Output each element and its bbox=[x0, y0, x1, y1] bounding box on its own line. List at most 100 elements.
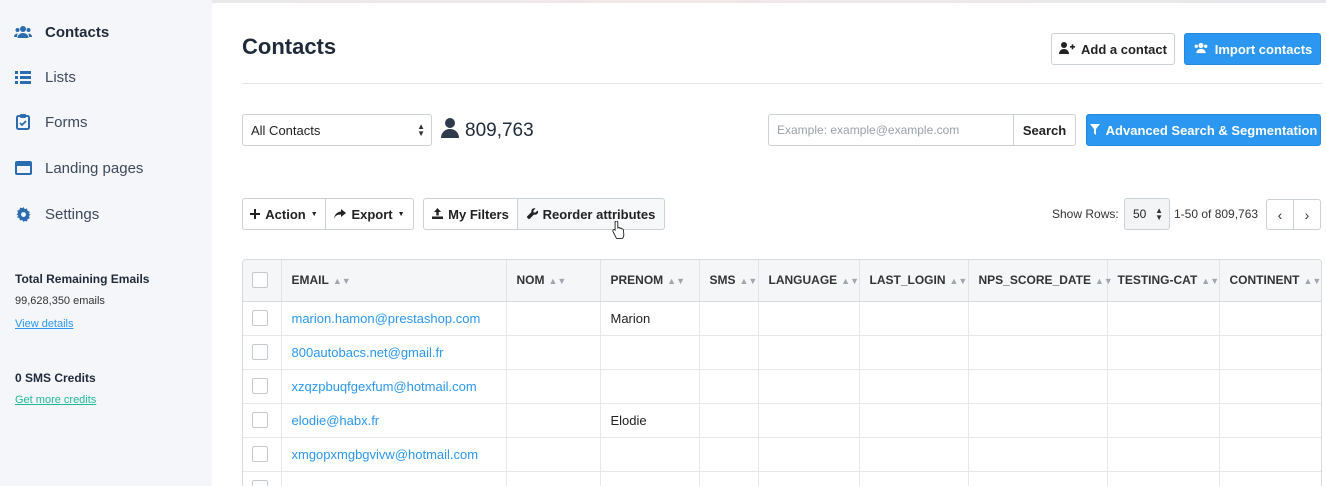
chevron-down-icon: ▼ bbox=[397, 210, 405, 218]
rows-per-page-select[interactable]: 50 ▲ ▼ bbox=[1124, 198, 1170, 230]
column-header-prenom[interactable]: PRENOM ▲▼ bbox=[600, 260, 700, 302]
email-cell: marion.hamon@prestashop.com bbox=[281, 301, 507, 336]
sort-icon: ▲▼ bbox=[667, 276, 685, 287]
column-header-label: EMAIL bbox=[291, 273, 329, 288]
rows-per-page-value: 50 bbox=[1133, 207, 1147, 221]
column-header-label: LANGUAGE bbox=[768, 273, 838, 288]
row-checkbox[interactable] bbox=[252, 310, 268, 326]
import-contacts-button[interactable]: Import contacts bbox=[1184, 33, 1321, 65]
select-all-cell bbox=[243, 260, 282, 302]
sidebar-item-label: Settings bbox=[45, 205, 100, 223]
my-filters-label: My Filters bbox=[448, 206, 509, 222]
nom-cell bbox=[506, 335, 601, 370]
search-button-label: Search bbox=[1022, 122, 1067, 138]
prenom-cell bbox=[600, 369, 700, 404]
get-more-credits-link[interactable]: Get more credits bbox=[15, 394, 96, 406]
sidebar-item-label: Lists bbox=[45, 68, 76, 86]
testing-cat-cell bbox=[1107, 335, 1220, 370]
sidebar-item-lists[interactable]: Lists bbox=[0, 62, 212, 92]
sms-cell bbox=[699, 437, 759, 472]
column-header-language[interactable]: LANGUAGE ▲▼ bbox=[758, 260, 860, 302]
select-all-checkbox[interactable] bbox=[252, 272, 268, 289]
language-cell bbox=[758, 369, 860, 404]
search-input[interactable] bbox=[768, 114, 1014, 146]
reorder-attributes-button[interactable]: Reorder attributes bbox=[517, 198, 665, 230]
email-cell: xzqzpbuqfgexfum@hotmail.com bbox=[281, 369, 507, 404]
page-title: Contacts bbox=[242, 34, 337, 59]
testing-cat-cell bbox=[1107, 471, 1220, 486]
column-header-nom[interactable]: NOM ▲▼ bbox=[506, 260, 601, 302]
sidebar-item-contacts[interactable]: Contacts bbox=[0, 17, 212, 47]
email-link[interactable]: elodie@habx.fr bbox=[292, 413, 380, 428]
table-row[interactable]: xmgopxmgbgvivw@hotmail.com bbox=[243, 437, 1321, 472]
continent-cell bbox=[1219, 437, 1321, 472]
users-icon bbox=[14, 23, 32, 41]
prev-page-button[interactable]: ‹ bbox=[1266, 199, 1294, 230]
last-login-cell bbox=[859, 335, 969, 370]
sidebar-item-label: Forms bbox=[45, 113, 88, 131]
testing-cat-cell bbox=[1107, 301, 1220, 336]
row-select-cell bbox=[243, 437, 282, 472]
sidebar-item-settings[interactable]: Settings bbox=[0, 199, 212, 229]
user-icon bbox=[441, 118, 459, 144]
table-row[interactable] bbox=[243, 471, 1321, 486]
row-checkbox[interactable] bbox=[252, 412, 268, 428]
select-caret-icon: ▲ ▼ bbox=[417, 122, 425, 138]
sms-cell bbox=[699, 471, 759, 486]
list-select[interactable]: All Contacts ▲ ▼ bbox=[242, 114, 432, 146]
last-login-cell bbox=[859, 471, 969, 486]
search-button[interactable]: Search bbox=[1013, 114, 1076, 146]
row-checkbox[interactable] bbox=[252, 378, 268, 394]
sidebar-item-forms[interactable]: Forms bbox=[0, 107, 212, 137]
sidebar: Contacts Lists Forms Landing pages Setti… bbox=[0, 0, 212, 486]
row-select-cell bbox=[243, 471, 282, 486]
table-row[interactable]: elodie@habx.fr Elodie bbox=[243, 403, 1321, 438]
row-checkbox[interactable] bbox=[252, 480, 268, 486]
row-checkbox[interactable] bbox=[252, 446, 268, 462]
column-header-email[interactable]: EMAIL ▲▼ bbox=[281, 260, 507, 302]
sms-cell bbox=[699, 301, 759, 336]
list-icon bbox=[14, 68, 32, 86]
sort-icon: ▲▼ bbox=[332, 276, 351, 287]
next-page-button[interactable]: › bbox=[1293, 199, 1321, 230]
testing-cat-cell bbox=[1107, 403, 1220, 438]
sort-icon: ▲▼ bbox=[1094, 276, 1113, 287]
column-header-continent[interactable]: CONTINENT ▲▼ bbox=[1219, 260, 1321, 302]
testing-cat-cell bbox=[1107, 369, 1220, 404]
continent-cell bbox=[1219, 403, 1321, 438]
advanced-search-button[interactable]: Advanced Search & Segmentation bbox=[1086, 114, 1321, 146]
column-header-last-login[interactable]: LAST_LOGIN ▲▼ bbox=[859, 260, 969, 302]
email-link[interactable]: marion.hamon@prestashop.com bbox=[292, 311, 481, 326]
sms-credits-title: 0 SMS Credits bbox=[15, 371, 96, 385]
email-cell: 800autobacs.net@gmail.fr bbox=[281, 335, 507, 370]
nps-score-date-cell bbox=[968, 437, 1108, 472]
sms-cell bbox=[699, 369, 759, 404]
table-row[interactable]: marion.hamon@prestashop.com Marion bbox=[243, 301, 1321, 336]
email-link[interactable]: xmgopxmgbgvivw@hotmail.com bbox=[292, 447, 479, 462]
row-select-cell bbox=[243, 403, 282, 438]
nom-cell bbox=[506, 471, 601, 486]
nps-score-date-cell bbox=[968, 335, 1108, 370]
users-icon bbox=[1193, 42, 1209, 57]
table-row[interactable]: xzqzpbuqfgexfum@hotmail.com bbox=[243, 369, 1321, 404]
column-header-sms[interactable]: SMS ▲▼ bbox=[699, 260, 759, 302]
column-header-nps-score-date[interactable]: NPS_SCORE_DATE ▲▼ bbox=[968, 260, 1113, 302]
add-contact-button[interactable]: Add a contact bbox=[1051, 33, 1175, 65]
row-select-cell bbox=[243, 335, 282, 370]
my-filters-button[interactable]: My Filters bbox=[423, 198, 518, 230]
show-rows-label: Show Rows: bbox=[1052, 207, 1119, 221]
add-user-icon bbox=[1059, 41, 1076, 57]
email-link[interactable]: xzqzpbuqfgexfum@hotmail.com bbox=[292, 379, 477, 394]
clipboard-icon bbox=[14, 113, 32, 131]
email-link[interactable]: 800autobacs.net@gmail.fr bbox=[292, 345, 444, 360]
column-header-label: NPS_SCORE_DATE bbox=[978, 273, 1091, 288]
gear-icon bbox=[14, 205, 32, 223]
column-header-testing-cat[interactable]: TESTING-CAT ▲▼ bbox=[1107, 260, 1220, 302]
sidebar-item-landing-pages[interactable]: Landing pages bbox=[0, 153, 212, 183]
view-details-link[interactable]: View details bbox=[15, 318, 74, 330]
sms-cell bbox=[699, 335, 759, 370]
action-dropdown[interactable]: Action ▼ bbox=[242, 198, 326, 230]
export-dropdown[interactable]: Export ▼ bbox=[325, 198, 414, 230]
row-checkbox[interactable] bbox=[252, 344, 268, 360]
table-row[interactable]: 800autobacs.net@gmail.fr bbox=[243, 335, 1321, 370]
